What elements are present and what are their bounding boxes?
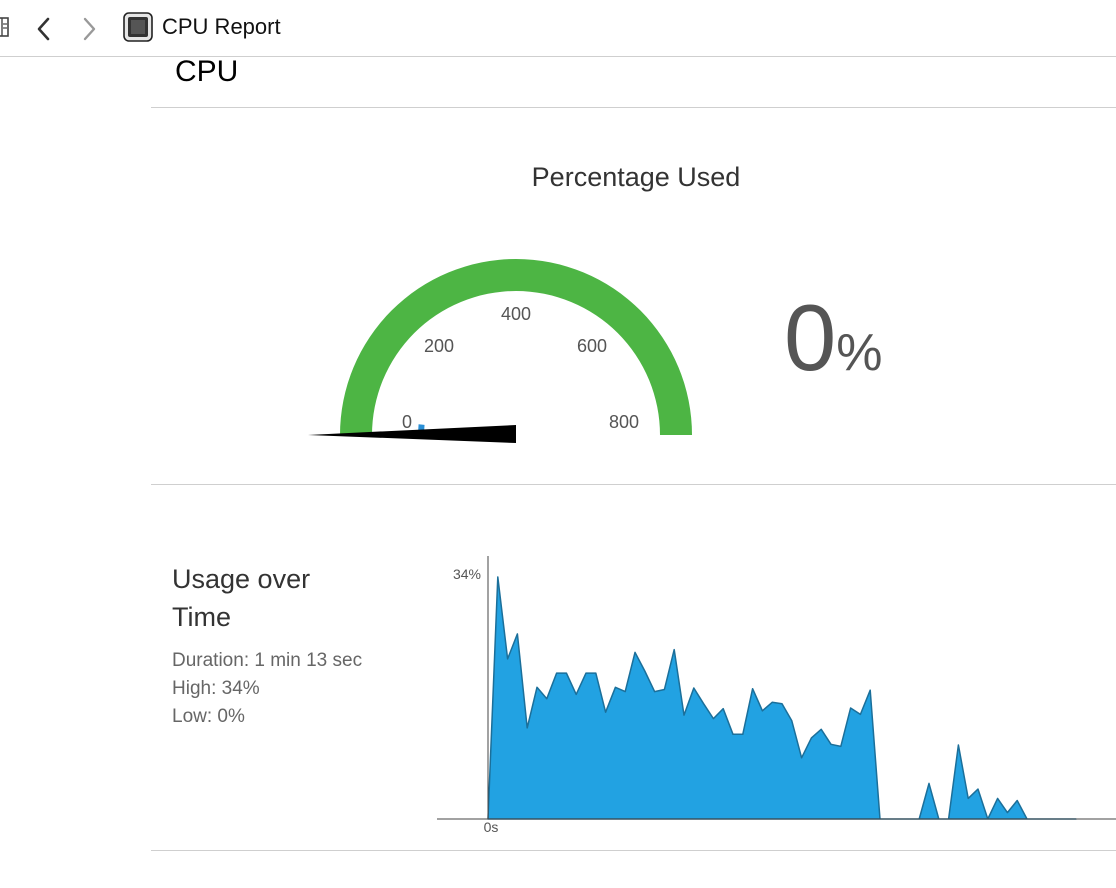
gauge-tick-label-200: 200 bbox=[424, 336, 454, 356]
cpu-chip-icon bbox=[123, 12, 153, 42]
sidebar-toggle-icon[interactable] bbox=[0, 16, 10, 38]
cpu-report-page: CPU Report CPU Percentage Used 0 200 400… bbox=[0, 0, 1116, 888]
back-chevron-icon[interactable] bbox=[34, 16, 54, 42]
usage-title: Usage over Time bbox=[172, 564, 311, 632]
y-tick-label: 34% bbox=[453, 566, 481, 582]
divider bbox=[151, 850, 1116, 851]
duration-stat: Duration: 1 min 13 sec bbox=[172, 650, 363, 671]
usage-chart: 34% 0s bbox=[437, 556, 1116, 835]
toolbar: CPU Report bbox=[0, 0, 1116, 57]
gauge-arc bbox=[340, 259, 692, 435]
gauge-tick-label-600: 600 bbox=[577, 336, 607, 356]
high-stat: High: 34% bbox=[172, 678, 260, 699]
usage-area-series bbox=[487, 576, 1077, 820]
percent-unit: % bbox=[836, 324, 883, 382]
x-tick-label: 0s bbox=[484, 819, 499, 835]
page-title: CPU bbox=[175, 55, 239, 88]
gauge-tick-label-0: 0 bbox=[402, 412, 412, 432]
divider bbox=[151, 484, 1116, 485]
low-stat: Low: 0% bbox=[172, 706, 245, 727]
forward-chevron-icon[interactable] bbox=[80, 16, 100, 42]
gauge-tick-label-400: 400 bbox=[501, 304, 531, 324]
breadcrumb[interactable]: CPU Report bbox=[162, 13, 281, 41]
divider bbox=[151, 107, 1116, 108]
percentage-readout: 0% bbox=[784, 288, 883, 403]
gauge-tick-label-800: 800 bbox=[609, 412, 639, 432]
percentage-gauge: 0 200 400 600 800 bbox=[308, 259, 692, 443]
gauge-title: Percentage Used bbox=[531, 162, 741, 192]
percentage-value: 0 bbox=[784, 285, 837, 390]
